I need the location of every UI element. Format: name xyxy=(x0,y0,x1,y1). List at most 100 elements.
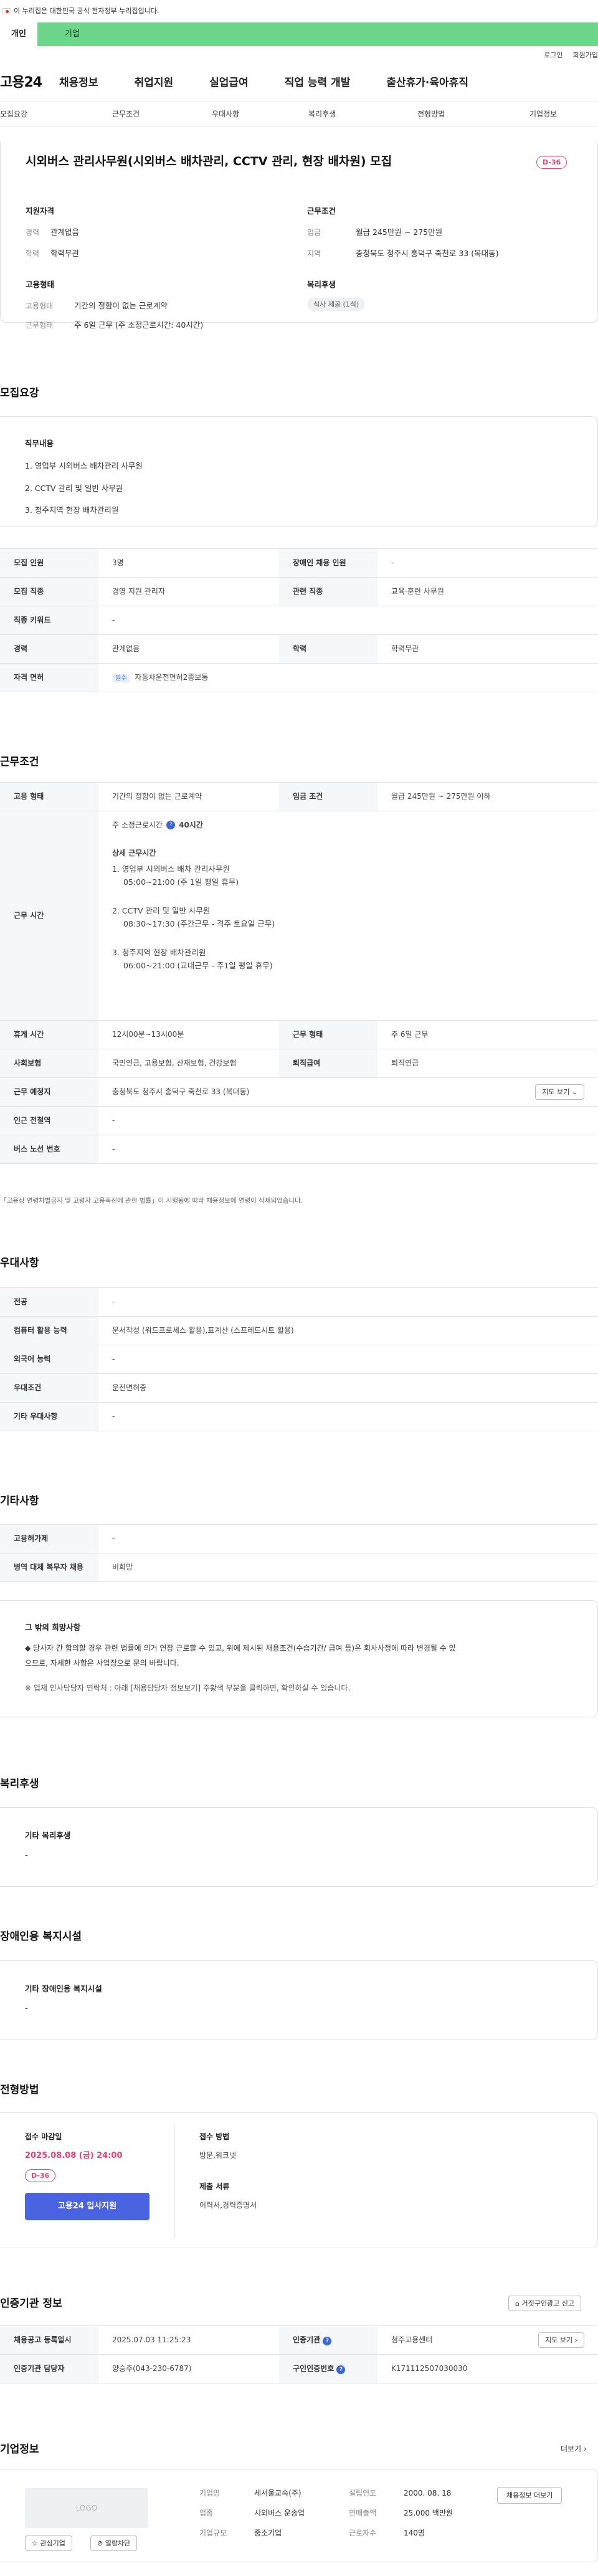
chevron-right-icon: › xyxy=(583,2445,587,2453)
detail-line: 2. CCTV 관리 및 일반 사무원 xyxy=(112,905,211,915)
report-label: 거짓구인광고 신고 xyxy=(521,2299,574,2307)
info-icon[interactable]: ? xyxy=(323,2337,332,2346)
table-row: 근무 시간 주 소정근로시간 ? 40시간 상세 근무시간 1. 영업부 시외버… xyxy=(0,811,598,1021)
table-row: 병역 대체 복무자 채용 비희망 xyxy=(0,1553,598,1582)
industry-value: 시외버스 운송업 xyxy=(254,2509,305,2517)
welfare-heading: 복리후생 xyxy=(307,280,336,289)
company-logo: LOGO xyxy=(25,2488,148,2528)
table-header: 직종 키워드 xyxy=(0,606,98,635)
table-cell: - xyxy=(98,1345,598,1374)
anchor-company[interactable]: 기업정보 xyxy=(529,109,557,120)
list-item: 3. 청주지역 현장 배차관리원 xyxy=(25,505,119,515)
list-item: 2. CCTV 관리 및 일반 사무원 xyxy=(25,483,123,493)
table-cell: 경영 지원 관리자 xyxy=(98,577,279,606)
cond-heading: 근무조건 xyxy=(307,206,336,216)
table-cell: 교육·훈련 사무원 xyxy=(377,577,598,606)
table-header: 휴게 시간 xyxy=(0,1020,98,1049)
table-cell: 12시00분~13시00분 xyxy=(98,1020,279,1049)
docs-value: 이력서,경력증명서 xyxy=(199,2201,257,2210)
report-fake-ad-button[interactable]: ⌂ 거짓구인광고 신고 xyxy=(508,2296,581,2312)
anchor-conditions[interactable]: 근무조건 xyxy=(112,109,212,120)
table-row: 사회보험 국민연금, 고용보험, 산재보험, 건강보험 퇴직급여 퇴직연금 xyxy=(0,1049,598,1078)
main-menu: 채용정보 취업지원 실업급여 직업 능력 개발 출산휴가·육아휴직 xyxy=(59,76,598,91)
menu-item-jobs[interactable]: 채용정보 xyxy=(59,76,98,91)
welfare-title: 복리후생 xyxy=(0,1778,39,1790)
anchor-preferences[interactable]: 우대사항 xyxy=(212,109,308,120)
table-header: 컴퓨터 활용 능력 xyxy=(0,1316,98,1345)
map-view-label: 지도 보기 xyxy=(542,1087,570,1096)
table-header: 채용공고 등록일시 xyxy=(0,2326,98,2355)
table-cell: 관계없음 xyxy=(98,634,279,664)
company-jobs-button[interactable]: 채용정보 더보기 xyxy=(497,2487,562,2504)
company-more-label: 더보기 xyxy=(561,2445,582,2453)
table-header: 고용 형태 xyxy=(0,782,98,811)
table-row: 고용허가제 - xyxy=(0,1524,598,1553)
table-row: 자격 면허 필수 자동차운전면허2종보통 xyxy=(0,663,598,692)
size-value: 중소기업 xyxy=(254,2529,282,2537)
table-header: 퇴직급여 xyxy=(279,1049,377,1078)
etc-table: 고용허가제 - 병역 대체 복무자 채용 비희망 xyxy=(0,1524,598,1582)
work-type-label: 근무형태 xyxy=(26,321,54,330)
etc-box-heading: 그 밖의 희망사항 xyxy=(25,1623,81,1632)
welfare-card: 기타 복리후생 - xyxy=(0,1807,598,1887)
block-view-button[interactable]: ⊘ 열람차단 xyxy=(90,2535,138,2552)
menu-item-employment-support[interactable]: 취업지원 xyxy=(135,76,174,91)
table-header: 버스 노선 번호 xyxy=(0,1135,98,1164)
table-cell: 문서작성 (워드프로세스 활용),표계산 (스프레드시트 활용) xyxy=(98,1316,598,1345)
dday-badge: D-36 xyxy=(536,156,567,169)
duty-card: 직무내용 1. 영업부 시외버스 배차관리 사무원 2. CCTV 관리 및 일… xyxy=(0,416,598,527)
table-cell: - xyxy=(377,548,598,578)
disab-heading: 기타 장애인용 복지시설 xyxy=(25,1984,102,1993)
table-row: 모집 직종 경영 지원 관리자 관련 직종 교육·훈련 사무원 xyxy=(0,577,598,606)
favorite-company-button[interactable]: ☆ 관심기업 xyxy=(25,2535,72,2552)
table-header: 인증기관 ? xyxy=(279,2326,377,2355)
company-more-link[interactable]: 더보기 › xyxy=(561,2444,587,2454)
table-header: 전공 xyxy=(0,1287,98,1317)
detail-line: 05:00~21:00 (주 1일 평일 휴무) xyxy=(123,877,239,887)
tab-company-label: 기업 xyxy=(65,29,80,39)
info-icon[interactable]: ? xyxy=(166,821,176,830)
detail-line: 3. 청주지역 현장 배차관리원 xyxy=(112,947,206,957)
login-link[interactable]: 로그인 xyxy=(544,50,562,60)
menu-item-unemployment-benefit[interactable]: 실업급여 xyxy=(209,76,249,91)
sales-label: 연매출액 xyxy=(349,2509,377,2517)
tab-personal[interactable]: 개인 xyxy=(0,22,37,46)
tab-company[interactable]: 기업 xyxy=(37,22,598,46)
disab-card: 기타 장애인용 복지시설 - xyxy=(0,1960,598,2040)
alert-icon: ⌂ xyxy=(515,2299,520,2307)
anchor-recruit[interactable]: 모집요강 xyxy=(0,109,112,120)
pay-label: 임금 xyxy=(307,228,321,237)
utility-bar: 로그인 회원가입 xyxy=(0,46,598,65)
table-header: 우대조건 xyxy=(0,1373,98,1403)
anchor-welfare[interactable]: 복리후생 xyxy=(308,109,417,120)
disab-value: - xyxy=(25,2004,28,2013)
agency-map-button[interactable]: 지도 보기 › xyxy=(538,2332,584,2349)
table-row: 인증기관 담당자 양승주(043-230-6787) 구인인증번호 ? K171… xyxy=(0,2354,598,2383)
user-type-tabs: 개인 기업 xyxy=(0,22,598,46)
process-title: 전형방법 xyxy=(0,2084,39,2096)
table-row: 기타 우대사항 - xyxy=(0,1402,598,1431)
agency-map-label: 지도 보기 xyxy=(545,2335,573,2344)
korea-flag-icon xyxy=(2,8,11,14)
map-view-button[interactable]: 지도 보기 ⌄ xyxy=(535,1084,584,1100)
welfare-value: - xyxy=(25,1851,28,1860)
hours-label: 주 소정근로시간 xyxy=(112,821,163,829)
menu-item-job-training[interactable]: 직업 능력 개발 xyxy=(285,76,351,91)
cert-no-label: 구인인증번호 xyxy=(293,2364,335,2373)
apply-button[interactable]: 고용24 입사지원 xyxy=(25,2193,150,2220)
join-link[interactable]: 회원가입 xyxy=(573,50,598,60)
employees-label: 근로자수 xyxy=(349,2529,377,2537)
detail-line: 08:30~17:30 (주간근무 - 격주 토요일 근무) xyxy=(123,919,275,929)
org-value: 청주고용센터 xyxy=(391,2335,433,2345)
table-header: 인증기관 담당자 xyxy=(0,2354,98,2383)
block-icon: ⊘ xyxy=(97,2539,103,2547)
sales-value: 25,000 백만원 xyxy=(404,2509,453,2517)
anchor-process[interactable]: 전형방법 xyxy=(417,109,529,120)
table-header: 모집 인원 xyxy=(0,548,98,578)
info-icon[interactable]: ? xyxy=(336,2365,346,2375)
pref-title: 우대사항 xyxy=(0,1257,39,1269)
menu-item-parental-leave[interactable]: 출산휴가·육아휴직 xyxy=(386,76,468,91)
site-logo[interactable]: 고용24 xyxy=(0,74,59,93)
deadline-label: 접수 마감일 xyxy=(25,2132,62,2141)
company-title: 기업정보 xyxy=(0,2443,39,2456)
